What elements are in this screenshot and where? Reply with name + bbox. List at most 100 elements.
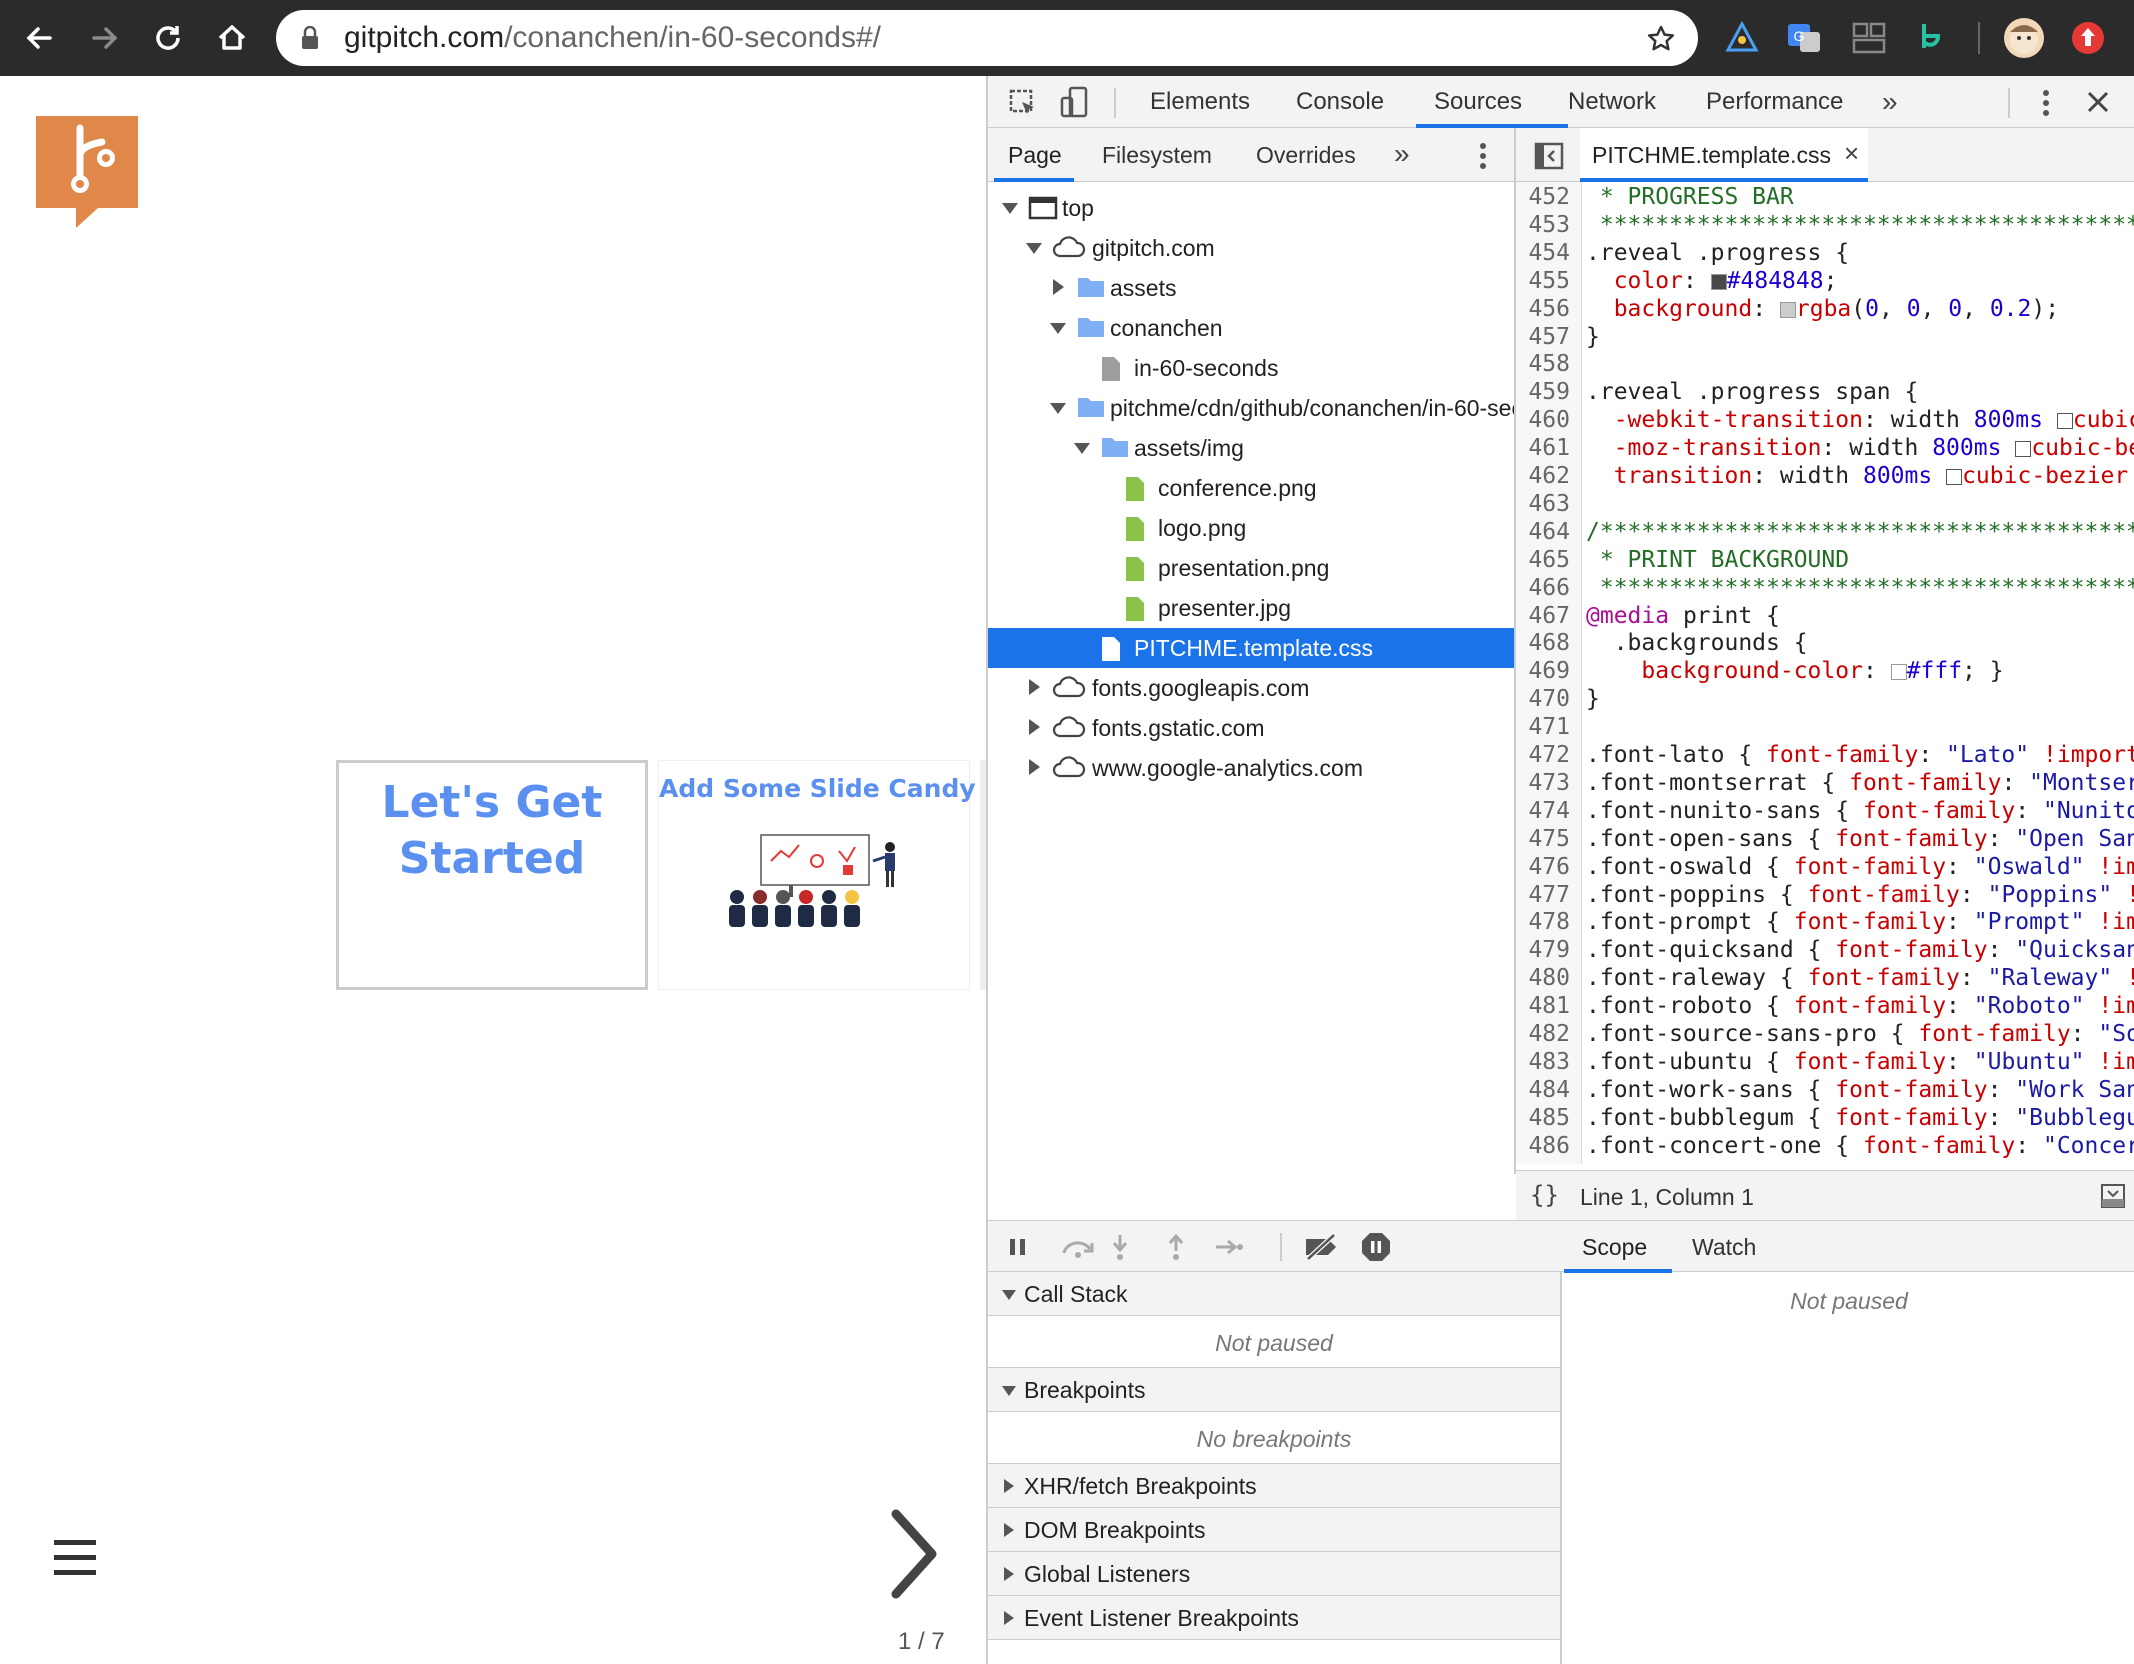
line-code: transition: width 800ms cubic-bezier	[1613, 463, 2129, 489]
file-tree-row[interactable]: fonts.googleapis.com	[988, 668, 1514, 708]
slide-thumbnail-2[interactable]: Add Some Slide Candy	[658, 760, 976, 990]
extension-grid-icon[interactable]	[1852, 22, 1886, 54]
tab-network[interactable]: Network	[1568, 88, 1656, 116]
update-chrome-icon[interactable]	[2070, 20, 2106, 56]
caret-right-icon[interactable]	[1029, 759, 1040, 775]
file-tree-row[interactable]: www.google-analytics.com	[988, 748, 1514, 788]
caret-down-icon[interactable]	[1050, 323, 1066, 334]
close-tab-icon[interactable]: ×	[1844, 138, 1859, 169]
caret-right-icon[interactable]	[1029, 679, 1040, 695]
nav-kebab-icon[interactable]	[1478, 142, 1488, 170]
line-number: 483	[1528, 1048, 1570, 1075]
slide-viewport: Let's Get Started Add Some Slide Candy 1	[0, 76, 986, 1664]
file-tree-row[interactable]: fonts.gstatic.com	[988, 708, 1514, 748]
kebab-menu-icon[interactable]	[2040, 88, 2052, 118]
file-tree-row[interactable]: presenter.jpg	[988, 588, 1514, 628]
section-label: DOM Breakpoints	[1024, 1517, 1206, 1543]
toggle-navigator-icon[interactable]	[1534, 142, 1564, 170]
device-toolbar-icon[interactable]	[1060, 86, 1090, 120]
menu-button[interactable]	[52, 1536, 100, 1580]
step-icon[interactable]	[1214, 1237, 1244, 1257]
line-code: .font-prompt { font-family: "Prompt" !im…	[1586, 909, 2134, 936]
section-header-dom-breakpoints[interactable]: DOM Breakpoints	[988, 1508, 1560, 1552]
code-editor[interactable]: 452 * PROGRESS BAR 453 ******************…	[1516, 182, 2134, 1164]
pause-icon[interactable]	[1008, 1237, 1028, 1257]
line-number: 477	[1528, 881, 1570, 908]
nav-tab-page[interactable]: Page	[1008, 142, 1062, 169]
address-bar[interactable]: gitpitch.com/conanchen/in-60-seconds#/	[276, 10, 1698, 66]
file-tree-row[interactable]: in-60-seconds	[988, 348, 1514, 388]
home-button[interactable]	[212, 18, 252, 58]
devtools-tabbar: Elements Console Sources Network Perform…	[988, 76, 2134, 128]
bookmark-star-icon[interactable]	[1646, 24, 1676, 54]
line-code: /***************************************…	[1586, 518, 2134, 545]
file-tree-row[interactable]: conference.png	[988, 468, 1514, 508]
file-tree-label: assets/img	[1134, 435, 1244, 461]
next-slide-button[interactable]	[884, 1506, 944, 1602]
tab-performance[interactable]: Performance	[1706, 88, 1843, 116]
caret-down-icon[interactable]	[1074, 443, 1090, 454]
editor-file-tab[interactable]: PITCHME.template.css ×	[1580, 128, 1868, 182]
section-header-xhr-fetch-breakpoints[interactable]: XHR/fetch Breakpoints	[988, 1464, 1560, 1508]
file-tree-row[interactable]: assets/img	[988, 428, 1514, 468]
line-number: 459	[1528, 379, 1570, 406]
gitpitch-logo[interactable]	[36, 116, 138, 228]
line-code: .font-concert-one { font-family: "Concer…	[1586, 1132, 2134, 1159]
file-tree-row[interactable]: gitpitch.com	[988, 228, 1514, 268]
line-number: 475	[1528, 825, 1570, 852]
file-tree-label: presenter.jpg	[1158, 595, 1291, 621]
back-button[interactable]	[20, 18, 60, 58]
caret-right-icon[interactable]	[1029, 719, 1040, 735]
file-tree-row[interactable]: logo.png	[988, 508, 1514, 548]
profile-avatar[interactable]	[2004, 18, 2044, 58]
file-tree-row[interactable]: presentation.png	[988, 548, 1514, 588]
step-out-icon[interactable]	[1166, 1233, 1186, 1261]
tab-sources[interactable]: Sources	[1434, 88, 1522, 116]
caret-down-icon[interactable]	[1002, 203, 1018, 214]
presentation-illustration	[729, 834, 895, 927]
tab-scope[interactable]: Scope	[1582, 1234, 1647, 1261]
caret-down-icon[interactable]	[1026, 243, 1042, 254]
file-tree-row[interactable]: PITCHME.template.css	[988, 628, 1514, 668]
section-header-breakpoints[interactable]: Breakpoints	[988, 1368, 1560, 1412]
section-header-global-listeners[interactable]: Global Listeners	[988, 1552, 1560, 1596]
forward-button[interactable]	[84, 18, 124, 58]
section-message: No breakpoints	[988, 1412, 1560, 1464]
pause-on-exceptions-icon[interactable]	[1360, 1231, 1392, 1263]
caret-right-icon	[1004, 1479, 1014, 1493]
extension-prism-icon[interactable]	[1724, 20, 1760, 56]
nav-tab-overrides[interactable]: Overrides	[1256, 142, 1356, 169]
line-code: .backgrounds {	[1586, 630, 1808, 657]
line-code: .font-poppins { font-family: "Poppins" !…	[1586, 881, 2134, 908]
home-icon	[218, 25, 246, 50]
deactivate-breakpoints-icon[interactable]	[1302, 1233, 1340, 1261]
folder-icon	[1076, 315, 1106, 339]
translate-extension-icon[interactable]: G	[1786, 20, 1822, 56]
extension-g-icon[interactable]	[1916, 18, 1952, 58]
tab-elements[interactable]: Elements	[1150, 88, 1250, 116]
inspect-element-icon[interactable]	[1008, 88, 1038, 118]
section-header-call-stack[interactable]: Call Stack	[988, 1272, 1560, 1316]
slide-thumbnail-1-title: Let's Get Started	[381, 777, 603, 884]
step-over-icon[interactable]	[1060, 1235, 1096, 1259]
nav-tab-filesystem[interactable]: Filesystem	[1102, 142, 1212, 169]
more-tabs-button[interactable]: »	[1882, 86, 1898, 118]
section-header-event-listener-breakpoints[interactable]: Event Listener Breakpoints	[988, 1596, 1560, 1640]
file-tree-row[interactable]: conanchen	[988, 308, 1514, 348]
file-tree-row[interactable]: top	[988, 188, 1514, 228]
file-tree-row[interactable]: assets	[988, 268, 1514, 308]
caret-right-icon[interactable]	[1053, 279, 1064, 295]
tabbar-divider	[1114, 88, 1116, 118]
toggle-debugger-icon[interactable]	[2100, 1183, 2126, 1209]
tab-watch[interactable]: Watch	[1692, 1234, 1756, 1261]
close-devtools-icon[interactable]	[2086, 90, 2110, 114]
reload-button[interactable]	[148, 18, 188, 58]
tab-console[interactable]: Console	[1296, 88, 1384, 116]
caret-down-icon[interactable]	[1050, 403, 1066, 414]
nav-more-button[interactable]: »	[1394, 138, 1410, 170]
slide-thumbnail-1[interactable]: Let's Get Started	[336, 760, 648, 990]
step-into-icon[interactable]	[1110, 1233, 1130, 1261]
line-code: background: rgba(0, 0, 0, 0.2);	[1613, 295, 2060, 322]
pretty-print-button[interactable]: {}	[1530, 1181, 1559, 1209]
file-tree-row[interactable]: pitchme/cdn/github/conanchen/in-60-secon…	[988, 388, 1514, 428]
